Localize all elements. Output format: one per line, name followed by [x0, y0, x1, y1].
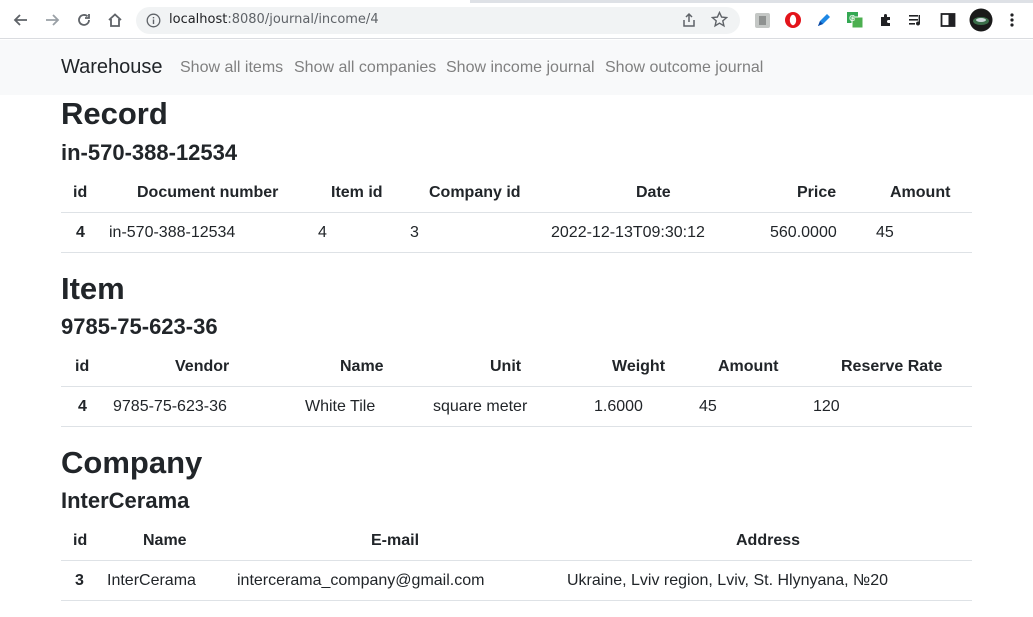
column-header: Date [636, 184, 671, 201]
table-cell: 3 [75, 572, 84, 589]
highlighter-pen-icon[interactable] [814, 10, 834, 30]
translate-icon[interactable]: G [845, 10, 865, 30]
table-cell: 45 [699, 398, 717, 415]
browser-toolbar: localhost:8080/journal/income/4 G [0, 0, 1033, 39]
extensions-puzzle-icon[interactable] [876, 10, 896, 30]
nav-link-all-companies[interactable]: Show all companies [294, 59, 436, 77]
column-header: E-mail [371, 532, 420, 549]
table-header-row: id Vendor Name Unit Weight Amount Reserv… [61, 347, 972, 387]
back-icon[interactable] [11, 10, 31, 30]
forward-icon[interactable] [42, 10, 62, 30]
column-header: id [73, 532, 88, 549]
column-header: Price [797, 184, 837, 201]
table-cell: 4 [78, 398, 87, 415]
table-cell: 45 [876, 224, 894, 241]
record-heading: Record [61, 96, 168, 131]
reload-icon[interactable] [74, 10, 94, 30]
record-table: id Document number Item id Company id Da… [61, 173, 972, 253]
table-cell: 3 [410, 224, 419, 241]
table-cell: Ukraine, Lviv region, Lviv, St. Hlynyana… [567, 572, 889, 589]
table-cell: in-570-388-12534 [109, 224, 236, 241]
profile-avatar[interactable] [968, 7, 994, 33]
browser-menu-icon[interactable] [1002, 10, 1022, 30]
column-header: Unit [490, 358, 522, 375]
column-header: Name [143, 532, 187, 549]
column-header: Name [340, 358, 384, 375]
table-cell: White Tile [305, 398, 376, 415]
nav-link-outcome-journal[interactable]: Show outcome journal [605, 59, 763, 77]
table-cell: square meter [433, 398, 528, 415]
table-header-row: id Document number Item id Company id Da… [61, 173, 972, 213]
table-cell: 9785-75-623-36 [113, 398, 227, 415]
column-header: Company id [429, 184, 521, 201]
table-row: 4 in-570-388-12534 4 3 2022-12-13T09:30:… [61, 213, 972, 253]
company-heading: Company [61, 445, 203, 480]
column-header: Document number [137, 184, 279, 201]
table-header-row: id Name E-mail Address [61, 521, 972, 561]
column-header: id [75, 358, 90, 375]
column-header: id [73, 184, 88, 201]
table-cell: 4 [76, 224, 85, 241]
company-subheading: InterCerama [61, 488, 190, 513]
table-row: 4 9785-75-623-36 White Tile square meter… [61, 387, 972, 427]
extension-gray-icon[interactable] [752, 10, 772, 30]
url-host: localhost [169, 12, 228, 27]
url-text[interactable]: localhost:8080/journal/income/4 [169, 12, 379, 27]
table-cell: InterCerama [107, 572, 196, 589]
item-table: id Vendor Name Unit Weight Amount Reserv… [61, 347, 972, 427]
column-header: Reserve Rate [841, 358, 943, 375]
url-path: :8080/journal/income/4 [227, 12, 379, 27]
item-heading: Item [61, 271, 125, 306]
column-header: Amount [718, 358, 779, 375]
column-header: Weight [612, 358, 666, 375]
media-queue-icon[interactable] [906, 10, 926, 30]
column-header: Item id [331, 184, 383, 201]
table-cell: 4 [318, 224, 327, 241]
nav-link-all-items[interactable]: Show all items [180, 59, 283, 77]
company-table: id Name E-mail Address 3 InterCerama int… [61, 521, 972, 601]
svg-text:G: G [849, 14, 855, 23]
table-cell: 1.6000 [594, 398, 643, 415]
table-cell: 560.0000 [770, 224, 837, 241]
table-cell: 120 [813, 398, 840, 415]
opera-icon[interactable] [783, 10, 803, 30]
column-header: Amount [890, 184, 951, 201]
table-cell: intercerama_company@gmail.com [237, 572, 485, 589]
column-header: Vendor [175, 358, 230, 375]
table-row: 3 InterCerama intercerama_company@gmail.… [61, 561, 972, 601]
share-icon[interactable] [681, 12, 697, 33]
address-bar[interactable]: localhost:8080/journal/income/4 [136, 7, 740, 34]
side-panel-icon[interactable] [938, 10, 958, 30]
brand-link[interactable]: Warehouse [61, 56, 163, 79]
site-info-icon[interactable] [146, 13, 161, 28]
site-navbar: Warehouse Show all items Show all compan… [0, 40, 1033, 95]
table-cell: 2022-12-13T09:30:12 [551, 224, 705, 241]
home-icon[interactable] [105, 10, 125, 30]
bookmark-star-icon[interactable] [710, 10, 729, 33]
record-subheading: in-570-388-12534 [61, 140, 238, 165]
column-header: Address [736, 532, 801, 549]
tab-strip [0, 0, 1033, 3]
item-subheading: 9785-75-623-36 [61, 314, 218, 339]
nav-link-income-journal[interactable]: Show income journal [446, 59, 595, 77]
